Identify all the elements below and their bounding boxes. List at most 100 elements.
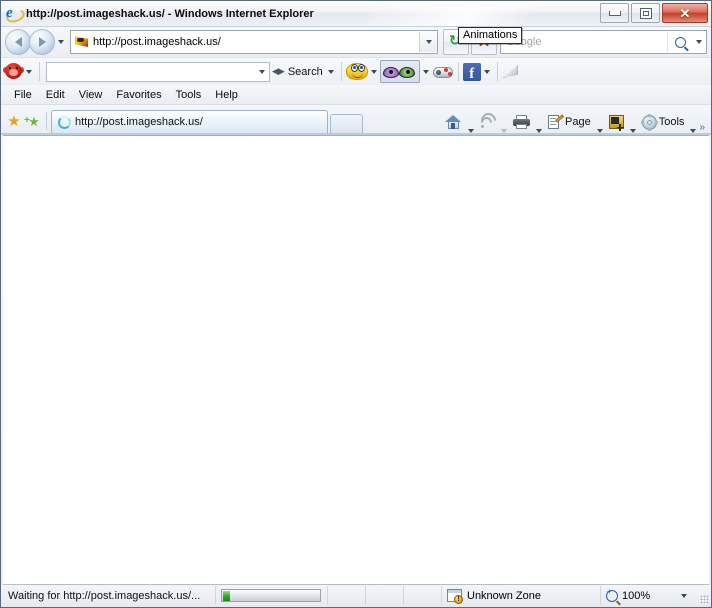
gear-icon (640, 113, 658, 131)
progress-bar (221, 589, 321, 602)
minimize-button[interactable] (600, 3, 629, 23)
toolbar-brand-dropdown[interactable] (23, 69, 35, 74)
menu-item-tools[interactable]: Tools (169, 88, 209, 102)
tools-button[interactable]: Tools (639, 111, 688, 133)
animations-button[interactable] (379, 60, 420, 83)
toolbar-search-menu-dropdown[interactable] (325, 69, 337, 74)
imageshack-favicon (74, 34, 90, 50)
back-arrow-icon (14, 37, 22, 47)
tab-bar-separator (46, 112, 47, 130)
close-button[interactable]: ✕ (662, 3, 708, 23)
chevron-down-icon (425, 40, 432, 44)
address-bar: http://post.imageshack.us/ ↻ ✕ Google (1, 27, 711, 57)
forward-arrow-icon (38, 37, 46, 47)
new-tab-button[interactable] (330, 114, 363, 133)
url-text: http://post.imageshack.us/ (93, 36, 221, 48)
cursor-arrow-icon[interactable] (502, 63, 520, 80)
chevron-down-icon (483, 69, 490, 74)
monkey-face-icon[interactable] (3, 62, 24, 81)
restore-icon (639, 7, 652, 19)
add-to-favorites-button[interactable]: ★ + (24, 111, 44, 133)
search-icon (674, 36, 686, 48)
history-dropdown-button[interactable] (55, 40, 67, 44)
status-pane-1 (327, 586, 365, 605)
loading-spinner-icon (58, 115, 71, 129)
left-right-arrows-icon: ◀▶ (272, 66, 285, 76)
zoom-dropdown[interactable] (678, 593, 690, 598)
menu-bar: File Edit View Favorites Tools Help (1, 85, 711, 105)
zoom-control[interactable]: 100% (600, 586, 695, 605)
animations-dropdown[interactable] (420, 69, 432, 74)
title-bar: e http://post.imageshack.us/ - Windows I… (1, 1, 711, 27)
toolbar-search-label: Search (287, 65, 323, 78)
chevron-down-icon (681, 593, 687, 598)
toolbar-search-dropdown[interactable] (254, 64, 269, 80)
safety-button[interactable] (606, 111, 627, 133)
chevron-down-icon (26, 69, 32, 74)
home-button[interactable] (442, 111, 465, 133)
search-go-button[interactable] (667, 32, 692, 52)
toolbar-separator (340, 62, 342, 81)
rss-feed-icon (477, 109, 500, 132)
chevron-down-icon (258, 69, 265, 74)
add-star-icon: ★ + (24, 114, 40, 129)
animated-eyes-icon (382, 64, 417, 80)
menu-item-view[interactable]: View (72, 88, 110, 102)
title-bar-sheen (354, 1, 608, 26)
home-icon (445, 114, 462, 130)
back-button[interactable] (5, 29, 31, 55)
smileys-dropdown[interactable] (368, 69, 380, 74)
chevron-down-icon (327, 69, 334, 74)
command-bar-overflow-button[interactable]: » (699, 122, 709, 133)
page-document-icon (548, 114, 564, 129)
page-label: Page (565, 116, 591, 128)
chevron-down-icon (370, 69, 377, 74)
feeds-button[interactable] (477, 109, 500, 133)
status-pane-2 (365, 586, 403, 605)
menu-item-edit[interactable]: Edit (39, 88, 72, 102)
url-input[interactable]: http://post.imageshack.us/ (70, 30, 438, 54)
security-zone-button[interactable]: ! Unknown Zone (441, 586, 600, 605)
smileys-icon[interactable] (345, 62, 368, 81)
chevron-down-icon (696, 40, 702, 44)
search-input[interactable]: Google (500, 30, 707, 54)
games-icon[interactable] (432, 63, 454, 81)
tools-label: Tools (658, 116, 685, 128)
search-placeholder: Google (506, 36, 542, 48)
safety-shield-icon (608, 115, 624, 131)
zoom-level-label: 100% (622, 589, 651, 602)
security-zone-label: Unknown Zone (467, 589, 541, 602)
forward-button[interactable] (29, 29, 55, 55)
security-zone-icon: ! (447, 588, 463, 604)
browser-window: e http://post.imageshack.us/ - Windows I… (0, 0, 712, 608)
search-provider-dropdown[interactable] (692, 32, 706, 52)
status-bar: Waiting for http://post.imageshack.us/..… (1, 585, 711, 607)
restore-button[interactable] (631, 3, 660, 23)
menu-item-file[interactable]: File (7, 88, 39, 102)
page-content-area (3, 135, 709, 585)
status-text: Waiting for http://post.imageshack.us/..… (8, 589, 201, 602)
toolbar-separator (496, 62, 498, 81)
page-button[interactable]: Page (545, 111, 594, 133)
star-icon: ★ (7, 113, 21, 130)
browser-tab[interactable]: http://post.imageshack.us/ (51, 110, 328, 133)
resize-grip[interactable] (695, 586, 709, 605)
url-dropdown-button[interactable] (419, 32, 437, 52)
toolbar-search-button[interactable]: ◀▶ Search (270, 66, 325, 78)
facebook-icon[interactable]: f (462, 62, 481, 81)
zoom-magnifier-icon (606, 587, 618, 602)
favorites-center-button[interactable]: ★ (4, 111, 24, 133)
menu-item-favorites[interactable]: Favorites (109, 88, 168, 102)
toolbar-search-input[interactable] (46, 61, 270, 82)
facebook-dropdown[interactable] (481, 69, 493, 74)
progress-fill (223, 590, 230, 601)
toolbar-separator (457, 62, 459, 81)
chevron-down-icon (58, 40, 64, 44)
print-button[interactable] (510, 111, 533, 133)
internet-explorer-icon: e (4, 5, 27, 25)
progress-pane (215, 586, 327, 605)
extension-toolbar: ◀▶ Search f (1, 57, 711, 85)
menu-item-help[interactable]: Help (208, 88, 245, 102)
window-controls: ✕ (600, 3, 708, 23)
tab-title: http://post.imageshack.us/ (75, 116, 203, 128)
